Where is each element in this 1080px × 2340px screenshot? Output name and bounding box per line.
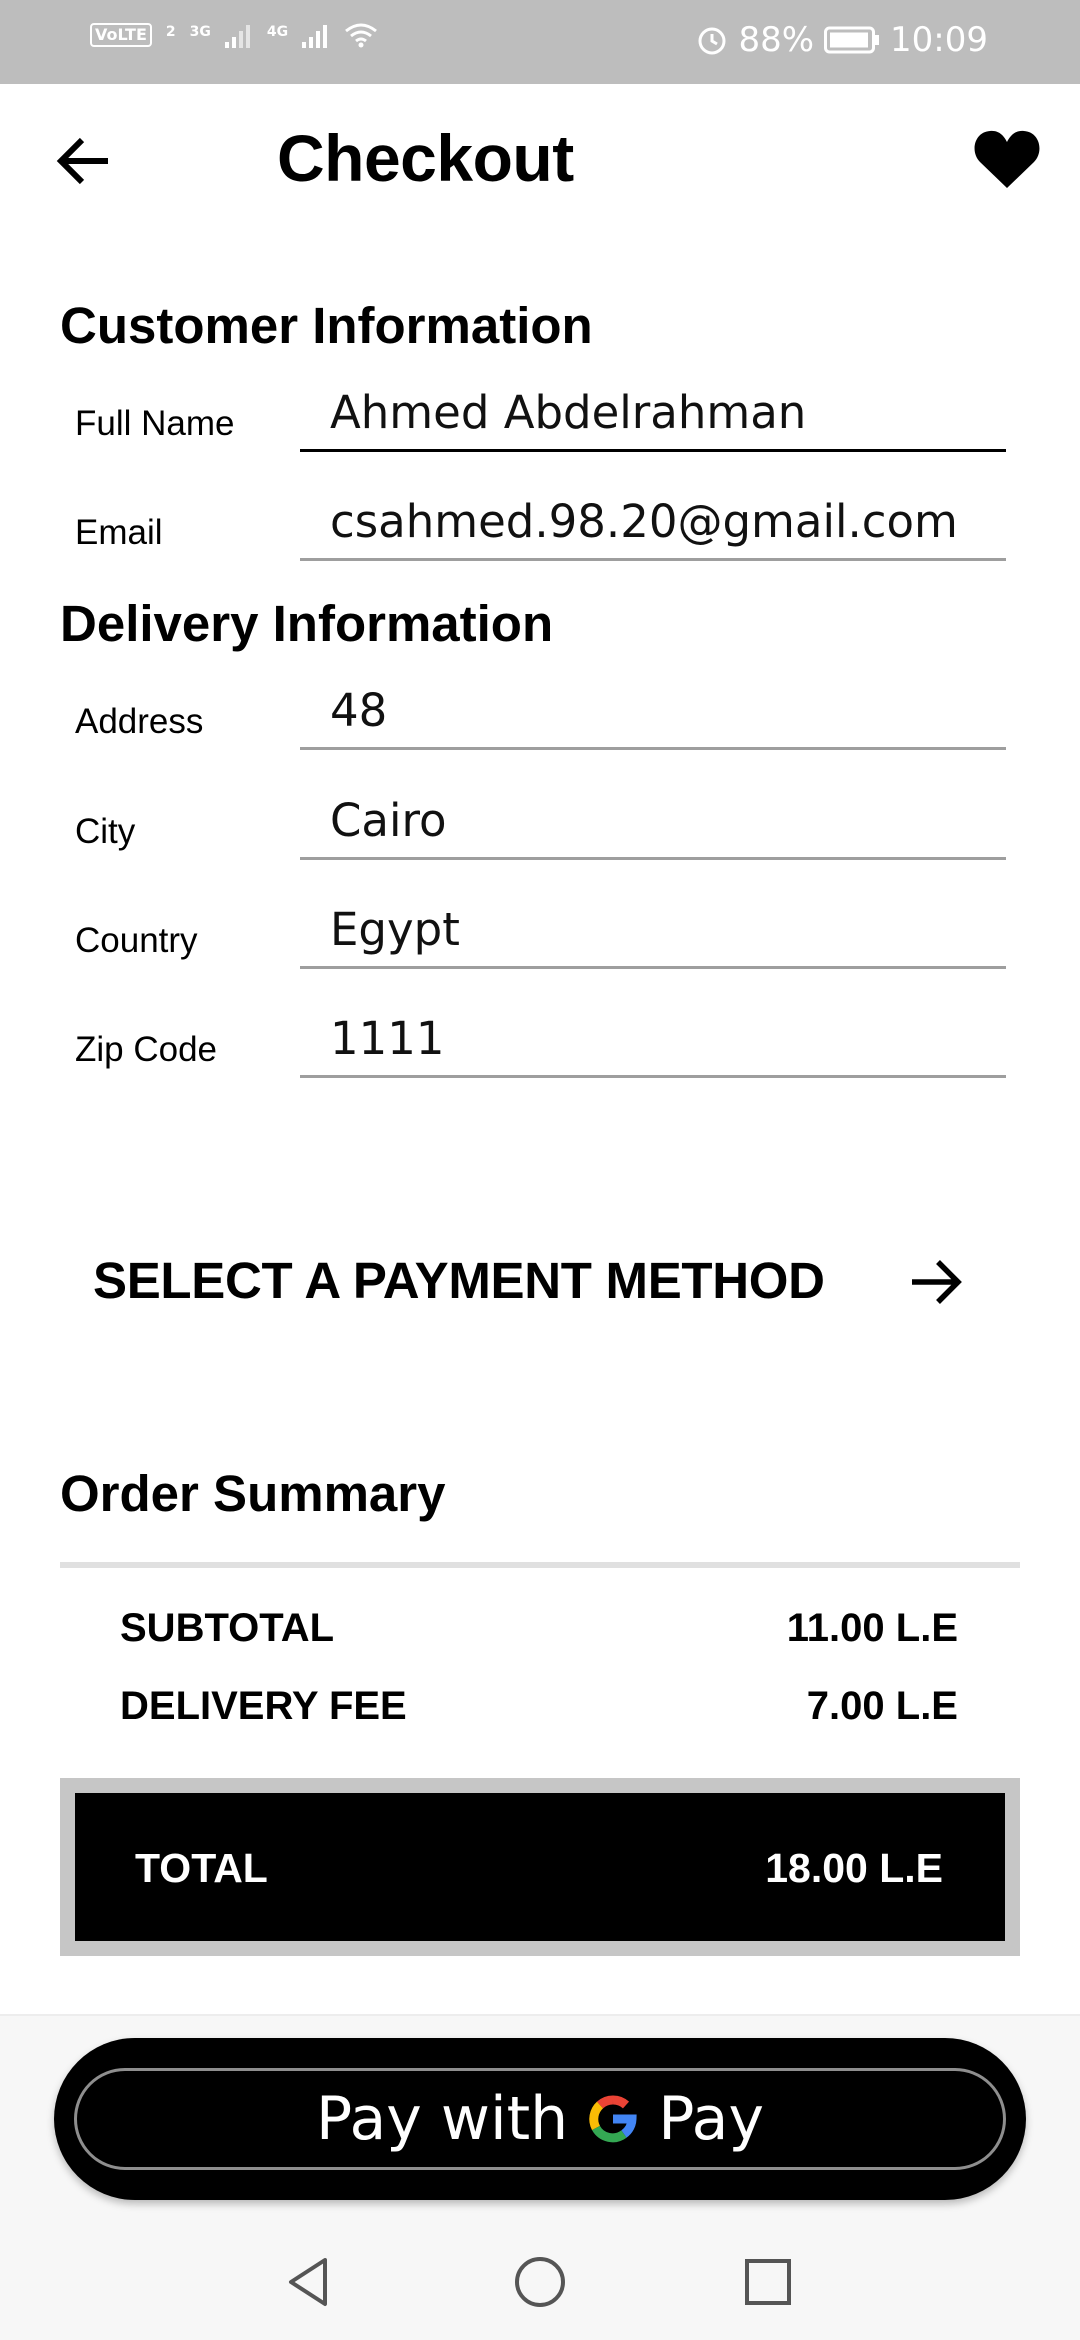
signal-icon xyxy=(224,25,250,48)
page-title: Checkout xyxy=(277,121,574,195)
status-left: VoLTE 2 3G 4G xyxy=(90,22,378,48)
email-row: Email xyxy=(60,481,1006,561)
order-summary-heading: Order Summary xyxy=(60,1465,446,1522)
network-type-1: 3G xyxy=(189,24,211,40)
customer-info-heading: Customer Information xyxy=(60,297,593,354)
arrow-right-icon xyxy=(912,1260,962,1304)
full-name-input[interactable] xyxy=(300,382,1006,452)
signal-icon xyxy=(302,25,328,48)
status-bar: VoLTE 2 3G 4G 88% 10:09 xyxy=(0,0,1080,84)
sim-label: 2 xyxy=(165,24,176,40)
payment-method-label: SELECT A PAYMENT METHOD xyxy=(93,1251,825,1309)
google-g-icon xyxy=(589,2095,637,2143)
delivery-fee-label: DELIVERY FEE xyxy=(120,1684,407,1728)
clock: 10:09 xyxy=(890,20,988,60)
email-input[interactable] xyxy=(300,491,1006,561)
total-label: TOTAL xyxy=(135,1845,268,1891)
app-bar: Checkout xyxy=(0,84,1080,234)
country-label: Country xyxy=(75,921,198,960)
full-name-label: Full Name xyxy=(75,404,235,443)
country-input[interactable] xyxy=(300,899,1006,969)
delivery-info-heading: Delivery Information xyxy=(60,595,554,652)
battery-percentage: 88% xyxy=(738,20,815,60)
delivery-fee-value: 7.00 L.E xyxy=(806,1684,958,1728)
subtotal-row: SUBTOTAL 11.00 L.E xyxy=(120,1606,958,1651)
full-name-row: Full Name xyxy=(60,372,1006,452)
delivery-fee-row: DELIVERY FEE 7.00 L.E xyxy=(120,1684,958,1729)
country-row: Country xyxy=(60,889,1006,969)
alarm-icon xyxy=(698,27,726,55)
google-pay-suffix: Pay xyxy=(658,2084,764,2154)
volte-icon: VoLTE xyxy=(90,23,152,47)
email-label: Email xyxy=(75,513,163,552)
google-pay-prefix: Pay with xyxy=(316,2084,569,2154)
battery-icon xyxy=(824,26,880,54)
city-input[interactable] xyxy=(300,790,1006,860)
address-row: Address xyxy=(60,670,1006,750)
google-pay-button-content: Pay with Pay xyxy=(74,2068,1006,2170)
google-pay-button[interactable]: Pay with Pay xyxy=(54,2038,1026,2200)
address-input[interactable] xyxy=(300,680,1006,750)
zip-code-label: Zip Code xyxy=(75,1030,218,1069)
recents-square-icon[interactable] xyxy=(738,2252,798,2312)
subtotal-label: SUBTOTAL xyxy=(120,1606,335,1650)
heart-icon[interactable] xyxy=(972,126,1042,192)
total-value: 18.00 L.E xyxy=(765,1845,943,1891)
network-type-2: 4G xyxy=(266,24,289,40)
status-right: 88% 10:09 xyxy=(696,20,988,60)
select-payment-method-button[interactable]: SELECT A PAYMENT METHOD xyxy=(60,1220,1006,1340)
subtotal-value: 11.00 L.E xyxy=(786,1606,958,1650)
zip-code-input[interactable] xyxy=(300,1008,1006,1078)
address-label: Address xyxy=(75,702,204,741)
system-nav-bar xyxy=(0,2224,1080,2340)
back-triangle-icon[interactable] xyxy=(279,2252,339,2312)
arrow-left-icon[interactable] xyxy=(50,126,120,196)
total-box: TOTAL 18.00 L.E xyxy=(60,1778,1020,1956)
wifi-icon xyxy=(345,23,378,48)
zip-code-row: Zip Code xyxy=(60,998,1006,1078)
summary-divider xyxy=(60,1562,1020,1568)
home-circle-icon[interactable] xyxy=(510,2252,570,2312)
city-row: City xyxy=(60,780,1006,860)
city-label: City xyxy=(75,812,136,851)
total-row: TOTAL 18.00 L.E xyxy=(75,1793,1005,1941)
